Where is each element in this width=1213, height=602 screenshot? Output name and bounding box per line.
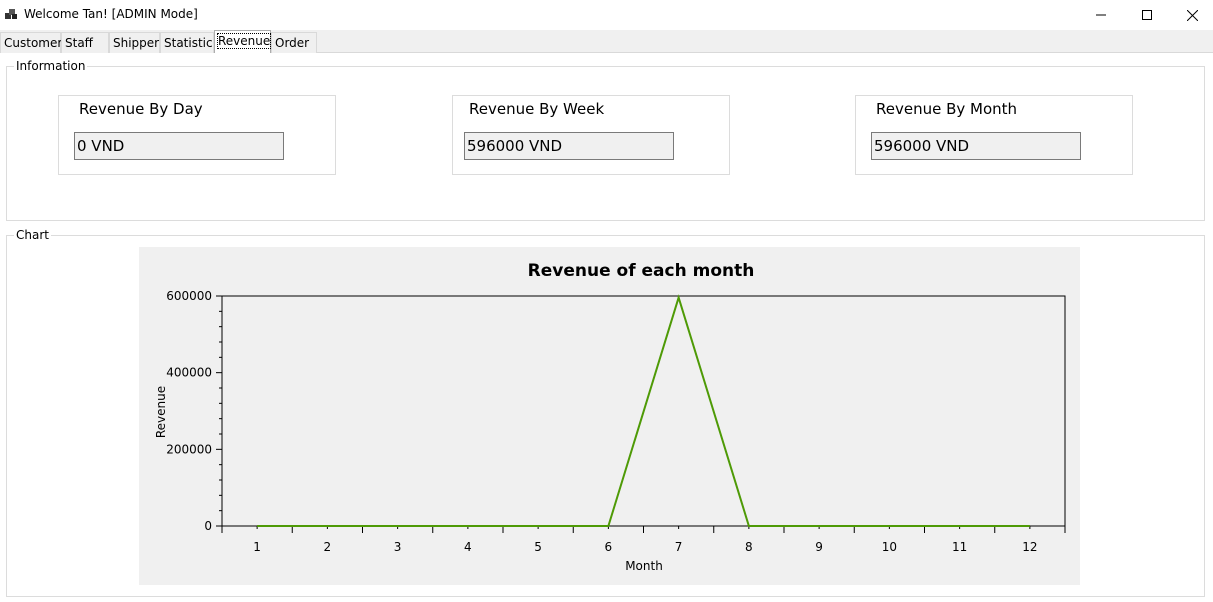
x-tick-label: 3 xyxy=(394,540,402,554)
x-tick-label: 4 xyxy=(464,540,472,554)
x-tick-label: 1 xyxy=(253,540,261,554)
x-tick-label: 2 xyxy=(324,540,332,554)
x-tick-label: 12 xyxy=(1022,540,1037,554)
x-tick-label: 7 xyxy=(675,540,683,554)
x-tick-label: 8 xyxy=(745,540,753,554)
x-tick-label: 5 xyxy=(534,540,542,554)
revenue-series-line xyxy=(257,294,1030,527)
x-tick-label: 9 xyxy=(815,540,823,554)
y-axis-label: Revenue xyxy=(154,386,168,438)
x-tick-label: 10 xyxy=(882,540,897,554)
y-tick-label: 0 xyxy=(204,519,212,533)
x-tick-label: 11 xyxy=(952,540,967,554)
x-tick-label: 6 xyxy=(605,540,613,554)
x-axis-label: Month xyxy=(625,559,663,573)
revenue-chart: Revenue of each month Month Revenue 0 200… xyxy=(154,261,1066,573)
chart-title: Revenue of each month xyxy=(528,261,755,281)
y-tick-label: 400000 xyxy=(166,366,212,380)
y-tick-label: 200000 xyxy=(166,442,212,456)
y-tick-label: 600000 xyxy=(166,289,212,303)
